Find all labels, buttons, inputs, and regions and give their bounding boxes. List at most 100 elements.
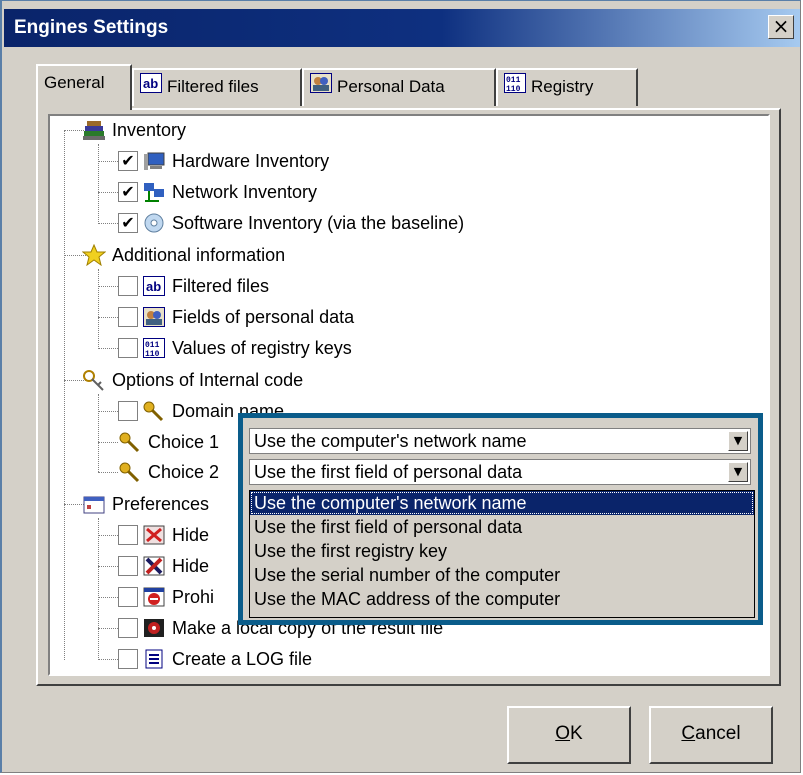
tree-node-hardware-inventory[interactable]: ✔ Hardware Inventory — [118, 147, 329, 175]
tree-line — [98, 518, 99, 660]
ok-button[interactable]: OK — [507, 706, 631, 764]
node-label: Preferences — [112, 493, 210, 514]
tree-line — [98, 566, 118, 567]
checkbox-checked[interactable]: ✔ — [118, 151, 138, 171]
tree-node-additional-information[interactable]: Additional information — [82, 241, 285, 269]
svg-text:011: 011 — [506, 76, 521, 85]
preferences-icon — [82, 492, 106, 516]
node-label: Options of Internal code — [112, 369, 304, 390]
tree-node-internal-code-options[interactable]: Options of Internal code — [82, 366, 303, 394]
svg-text:110: 110 — [145, 350, 160, 358]
registry-icon: 011 110 — [142, 336, 166, 360]
tree-node-create-log[interactable]: Create a LOG file — [118, 645, 312, 673]
checkbox-unchecked[interactable] — [118, 401, 138, 421]
title-bar[interactable]: Engines Settings × — [4, 9, 800, 47]
hide-x-icon — [142, 554, 166, 578]
tree-node-prohibit[interactable]: Prohi — [118, 583, 214, 611]
node-label: Hide — [172, 524, 210, 545]
tree-node-network-inventory[interactable]: ✔ Network Inventory — [118, 178, 317, 206]
svg-text:110: 110 — [506, 85, 521, 93]
dropdown-option[interactable]: Use the computer's network name — [250, 491, 754, 515]
tree-line — [98, 223, 118, 224]
tree-line — [98, 659, 118, 660]
checkbox-unchecked[interactable] — [118, 556, 138, 576]
checkbox-unchecked[interactable] — [118, 525, 138, 545]
node-label: Filtered files — [172, 275, 270, 296]
tree-line — [98, 144, 99, 224]
choice-1-combo[interactable]: Use the computer's network name ▼ — [249, 428, 751, 454]
checkbox-unchecked[interactable] — [118, 338, 138, 358]
tree-line — [98, 192, 118, 193]
node-label: Hardware Inventory — [172, 150, 330, 171]
node-label: Prohi — [172, 586, 215, 607]
cancel-label: ancel — [695, 723, 741, 744]
tree-node-inventory[interactable]: Inventory — [82, 116, 186, 144]
checkbox-unchecked[interactable] — [118, 276, 138, 296]
tree-line — [64, 130, 65, 660]
tree-node-registry-values[interactable]: 011 110 Values of registry keys — [118, 334, 352, 362]
node-label: Values of registry keys — [172, 337, 352, 358]
tree-line — [98, 472, 118, 473]
ok-accelerator: O — [555, 723, 571, 744]
checkbox-unchecked[interactable] — [118, 307, 138, 327]
dialog-window: Engines Settings × General ab Filtered fi… — [0, 0, 801, 773]
people-icon — [142, 305, 166, 329]
tab-label: Personal Data — [337, 77, 445, 96]
tab-label: Registry — [531, 77, 594, 96]
tree-line — [98, 411, 118, 412]
checkbox-checked[interactable]: ✔ — [118, 213, 138, 233]
checkbox-unchecked[interactable] — [118, 587, 138, 607]
checkbox-unchecked[interactable] — [118, 618, 138, 638]
tree-line — [98, 348, 118, 349]
tree-line — [98, 269, 99, 349]
tab-personal-data[interactable]: Personal Data — [302, 68, 496, 106]
close-button[interactable]: × — [768, 15, 794, 39]
node-label: Hide — [172, 555, 210, 576]
key-icon — [118, 430, 142, 454]
keys-icon — [82, 368, 106, 392]
choice-2-combo[interactable]: Use the first field of personal data ▼ — [249, 459, 751, 485]
choice-combo-highlight: Use the computer's network name ▼ Use th… — [238, 413, 763, 625]
combo-value: Use the computer's network name — [254, 431, 527, 451]
node-label: Fields of personal data — [172, 306, 355, 327]
tree-line — [98, 442, 118, 443]
node-label: Additional information — [112, 244, 286, 265]
tree-node-hide-1[interactable]: Hide — [118, 521, 209, 549]
tree-node-fields-personal-data[interactable]: Fields of personal data — [118, 303, 354, 331]
choice-dropdown-list: Use the computer's network name Use the … — [249, 490, 755, 618]
tab-label: General — [44, 73, 105, 92]
tree-line — [98, 628, 118, 629]
registry-icon: 011 110 — [504, 71, 526, 105]
checkbox-checked[interactable]: ✔ — [118, 182, 138, 202]
tab-general[interactable]: General — [36, 64, 132, 110]
chevron-down-icon[interactable]: ▼ — [728, 431, 748, 451]
svg-text:ab: ab — [143, 76, 158, 91]
tab-filtered-files[interactable]: ab Filtered files — [132, 68, 302, 106]
ab-icon: ab — [140, 71, 162, 105]
tree-node-choice-1[interactable]: Choice 1 — [118, 428, 219, 456]
dropdown-option[interactable]: Use the MAC address of the computer — [250, 587, 754, 611]
svg-text:ab: ab — [146, 279, 161, 294]
chevron-down-icon[interactable]: ▼ — [728, 462, 748, 482]
copy-icon — [142, 616, 166, 640]
node-label: Choice 1 — [148, 431, 220, 452]
software-cd-icon — [142, 211, 166, 235]
tree-node-choice-2[interactable]: Choice 2 — [118, 458, 219, 486]
tree-node-filtered-files[interactable]: ab Filtered files — [118, 272, 269, 300]
prohibit-icon — [142, 585, 166, 609]
tree-line — [98, 394, 99, 472]
dropdown-option[interactable]: Use the first field of personal data — [250, 515, 754, 539]
cancel-accelerator: C — [681, 723, 696, 744]
tree-node-software-inventory[interactable]: ✔ Software Inventory (via the baseline) — [118, 209, 464, 237]
tab-registry[interactable]: 011 110 Registry — [496, 68, 638, 106]
cancel-button[interactable]: Cancel — [649, 706, 773, 764]
tree-node-hide-2[interactable]: Hide — [118, 552, 209, 580]
dropdown-option[interactable]: Use the serial number of the computer — [250, 563, 754, 587]
key-icon — [142, 399, 166, 423]
close-icon: × — [772, 14, 790, 38]
tree-node-preferences[interactable]: Preferences — [82, 490, 209, 518]
node-label: Software Inventory (via the baseline) — [172, 212, 465, 233]
checkbox-unchecked[interactable] — [118, 649, 138, 669]
dropdown-option[interactable]: Use the first registry key — [250, 539, 754, 563]
ok-label: K — [570, 723, 583, 744]
